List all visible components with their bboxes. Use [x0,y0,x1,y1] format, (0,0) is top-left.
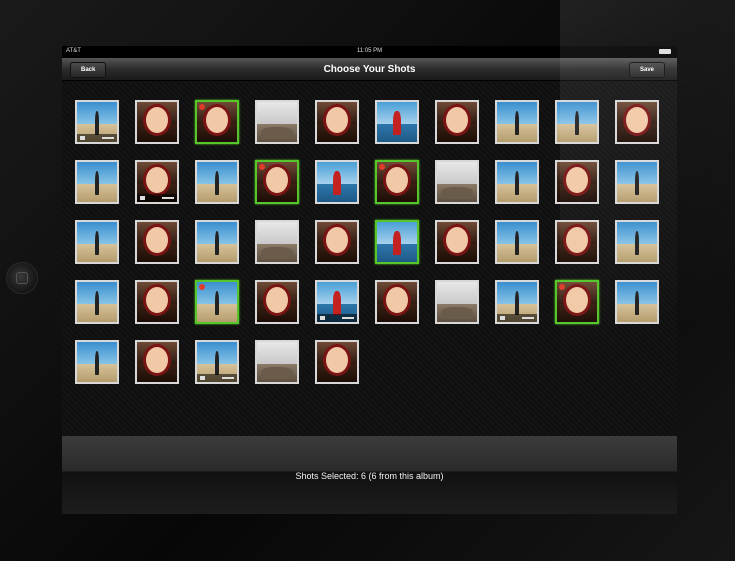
thumbnail-subject [94,350,100,375]
thumbnail-subject [94,170,100,195]
selected-badge-icon [199,284,205,290]
selected-badge-icon [199,104,205,110]
thumbnail-subject [634,230,640,255]
thumbnail-subject [393,230,401,255]
thumbnail-subject [214,290,220,315]
selected-badge-icon [559,284,565,290]
photo-thumbnail[interactable] [75,340,119,384]
thumbnail-subject [214,350,220,375]
photo-thumbnail[interactable] [255,100,299,144]
photo-thumbnail[interactable] [195,220,239,264]
thumbnail-image [257,102,297,124]
photo-thumbnail[interactable] [195,100,239,144]
photo-thumbnail[interactable] [375,220,419,264]
thumbnail-subject [261,366,293,379]
photo-thumbnail[interactable] [495,280,539,324]
app-screen: AT&T 11:05 PM Back Choose Your Shots Sav… [62,46,677,514]
photo-thumbnail[interactable] [615,220,659,264]
thumbnail-subject [214,170,220,195]
photo-thumbnail[interactable] [435,100,479,144]
photo-grid [62,81,677,436]
photo-thumbnail[interactable] [555,160,599,204]
thumbnail-subject [94,230,100,255]
bottom-toolbar: Shots Selected: 6 (6 from this album) [62,436,677,514]
photo-thumbnail[interactable] [195,280,239,324]
thumbnail-subject [393,110,401,135]
thumbnail-subject [94,110,100,135]
selection-count: Shots Selected: 6 (6 from this album) [295,471,444,481]
photo-thumbnail[interactable] [75,160,119,204]
photo-thumbnail[interactable] [315,100,359,144]
thumbnail-subject [261,246,293,259]
photo-thumbnail[interactable] [615,100,659,144]
thumbnail-subject [634,290,640,315]
photo-thumbnail[interactable] [315,220,359,264]
video-camera-icon [317,314,357,322]
thumbnail-subject [214,230,220,255]
video-camera-icon [77,134,117,142]
status-clock: 11:05 PM [356,48,383,54]
selected-badge-icon [379,164,385,170]
thumbnail-subject [634,170,640,195]
thumbnail-subject [94,290,100,315]
home-button[interactable] [6,262,38,294]
photo-thumbnail[interactable] [195,340,239,384]
photo-thumbnail[interactable] [255,280,299,324]
thumbnail-subject [333,290,341,315]
video-camera-icon [497,314,537,322]
photo-thumbnail[interactable] [375,280,419,324]
photo-thumbnail[interactable] [135,340,179,384]
photo-thumbnail[interactable] [135,220,179,264]
photo-thumbnail[interactable] [315,280,359,324]
photo-thumbnail[interactable] [495,220,539,264]
thumbnail-subject [514,110,520,135]
thumbnail-subject [441,186,473,199]
navigation-bar: Back Choose Your Shots Save [62,58,677,81]
photo-thumbnail[interactable] [75,100,119,144]
thumbnail-subject [574,110,580,135]
selected-badge-icon [259,164,265,170]
thumbnail-subject [514,230,520,255]
photo-thumbnail[interactable] [75,280,119,324]
photo-thumbnail[interactable] [135,160,179,204]
photo-thumbnail[interactable] [495,100,539,144]
thumbnail-subject [514,290,520,315]
thumbnail-subject [441,306,473,319]
photo-thumbnail[interactable] [555,100,599,144]
save-button[interactable]: Save [628,62,665,78]
photo-thumbnail[interactable] [435,280,479,324]
photo-thumbnail[interactable] [495,160,539,204]
photo-thumbnail[interactable] [435,160,479,204]
photo-thumbnail[interactable] [135,100,179,144]
video-camera-icon [137,194,177,202]
thumbnail-image [437,162,477,184]
status-bar: AT&T 11:05 PM [62,46,677,58]
thumbnail-image [437,282,477,304]
photo-thumbnail[interactable] [375,100,419,144]
video-camera-icon [197,374,237,382]
thumbnail-subject [261,126,293,139]
photo-thumbnail[interactable] [255,340,299,384]
photo-thumbnail[interactable] [435,220,479,264]
photo-thumbnail[interactable] [615,160,659,204]
thumbnail-subject [333,170,341,195]
photo-thumbnail[interactable] [615,280,659,324]
ipad-frame: AT&T 11:05 PM Back Choose Your Shots Sav… [0,0,735,561]
photo-thumbnail[interactable] [135,280,179,324]
photo-thumbnail[interactable] [75,220,119,264]
battery-icon [659,49,671,54]
thumbnail-subject [514,170,520,195]
photo-thumbnail[interactable] [555,280,599,324]
photo-thumbnail[interactable] [555,220,599,264]
thumbnail-image [257,342,297,364]
photo-thumbnail[interactable] [375,160,419,204]
photo-thumbnail[interactable] [255,220,299,264]
photo-thumbnail[interactable] [315,340,359,384]
page-title: Choose Your Shots [323,64,416,75]
photo-thumbnail[interactable] [255,160,299,204]
photo-thumbnail[interactable] [315,160,359,204]
thumbnail-image [257,222,297,244]
photo-thumbnail[interactable] [195,160,239,204]
